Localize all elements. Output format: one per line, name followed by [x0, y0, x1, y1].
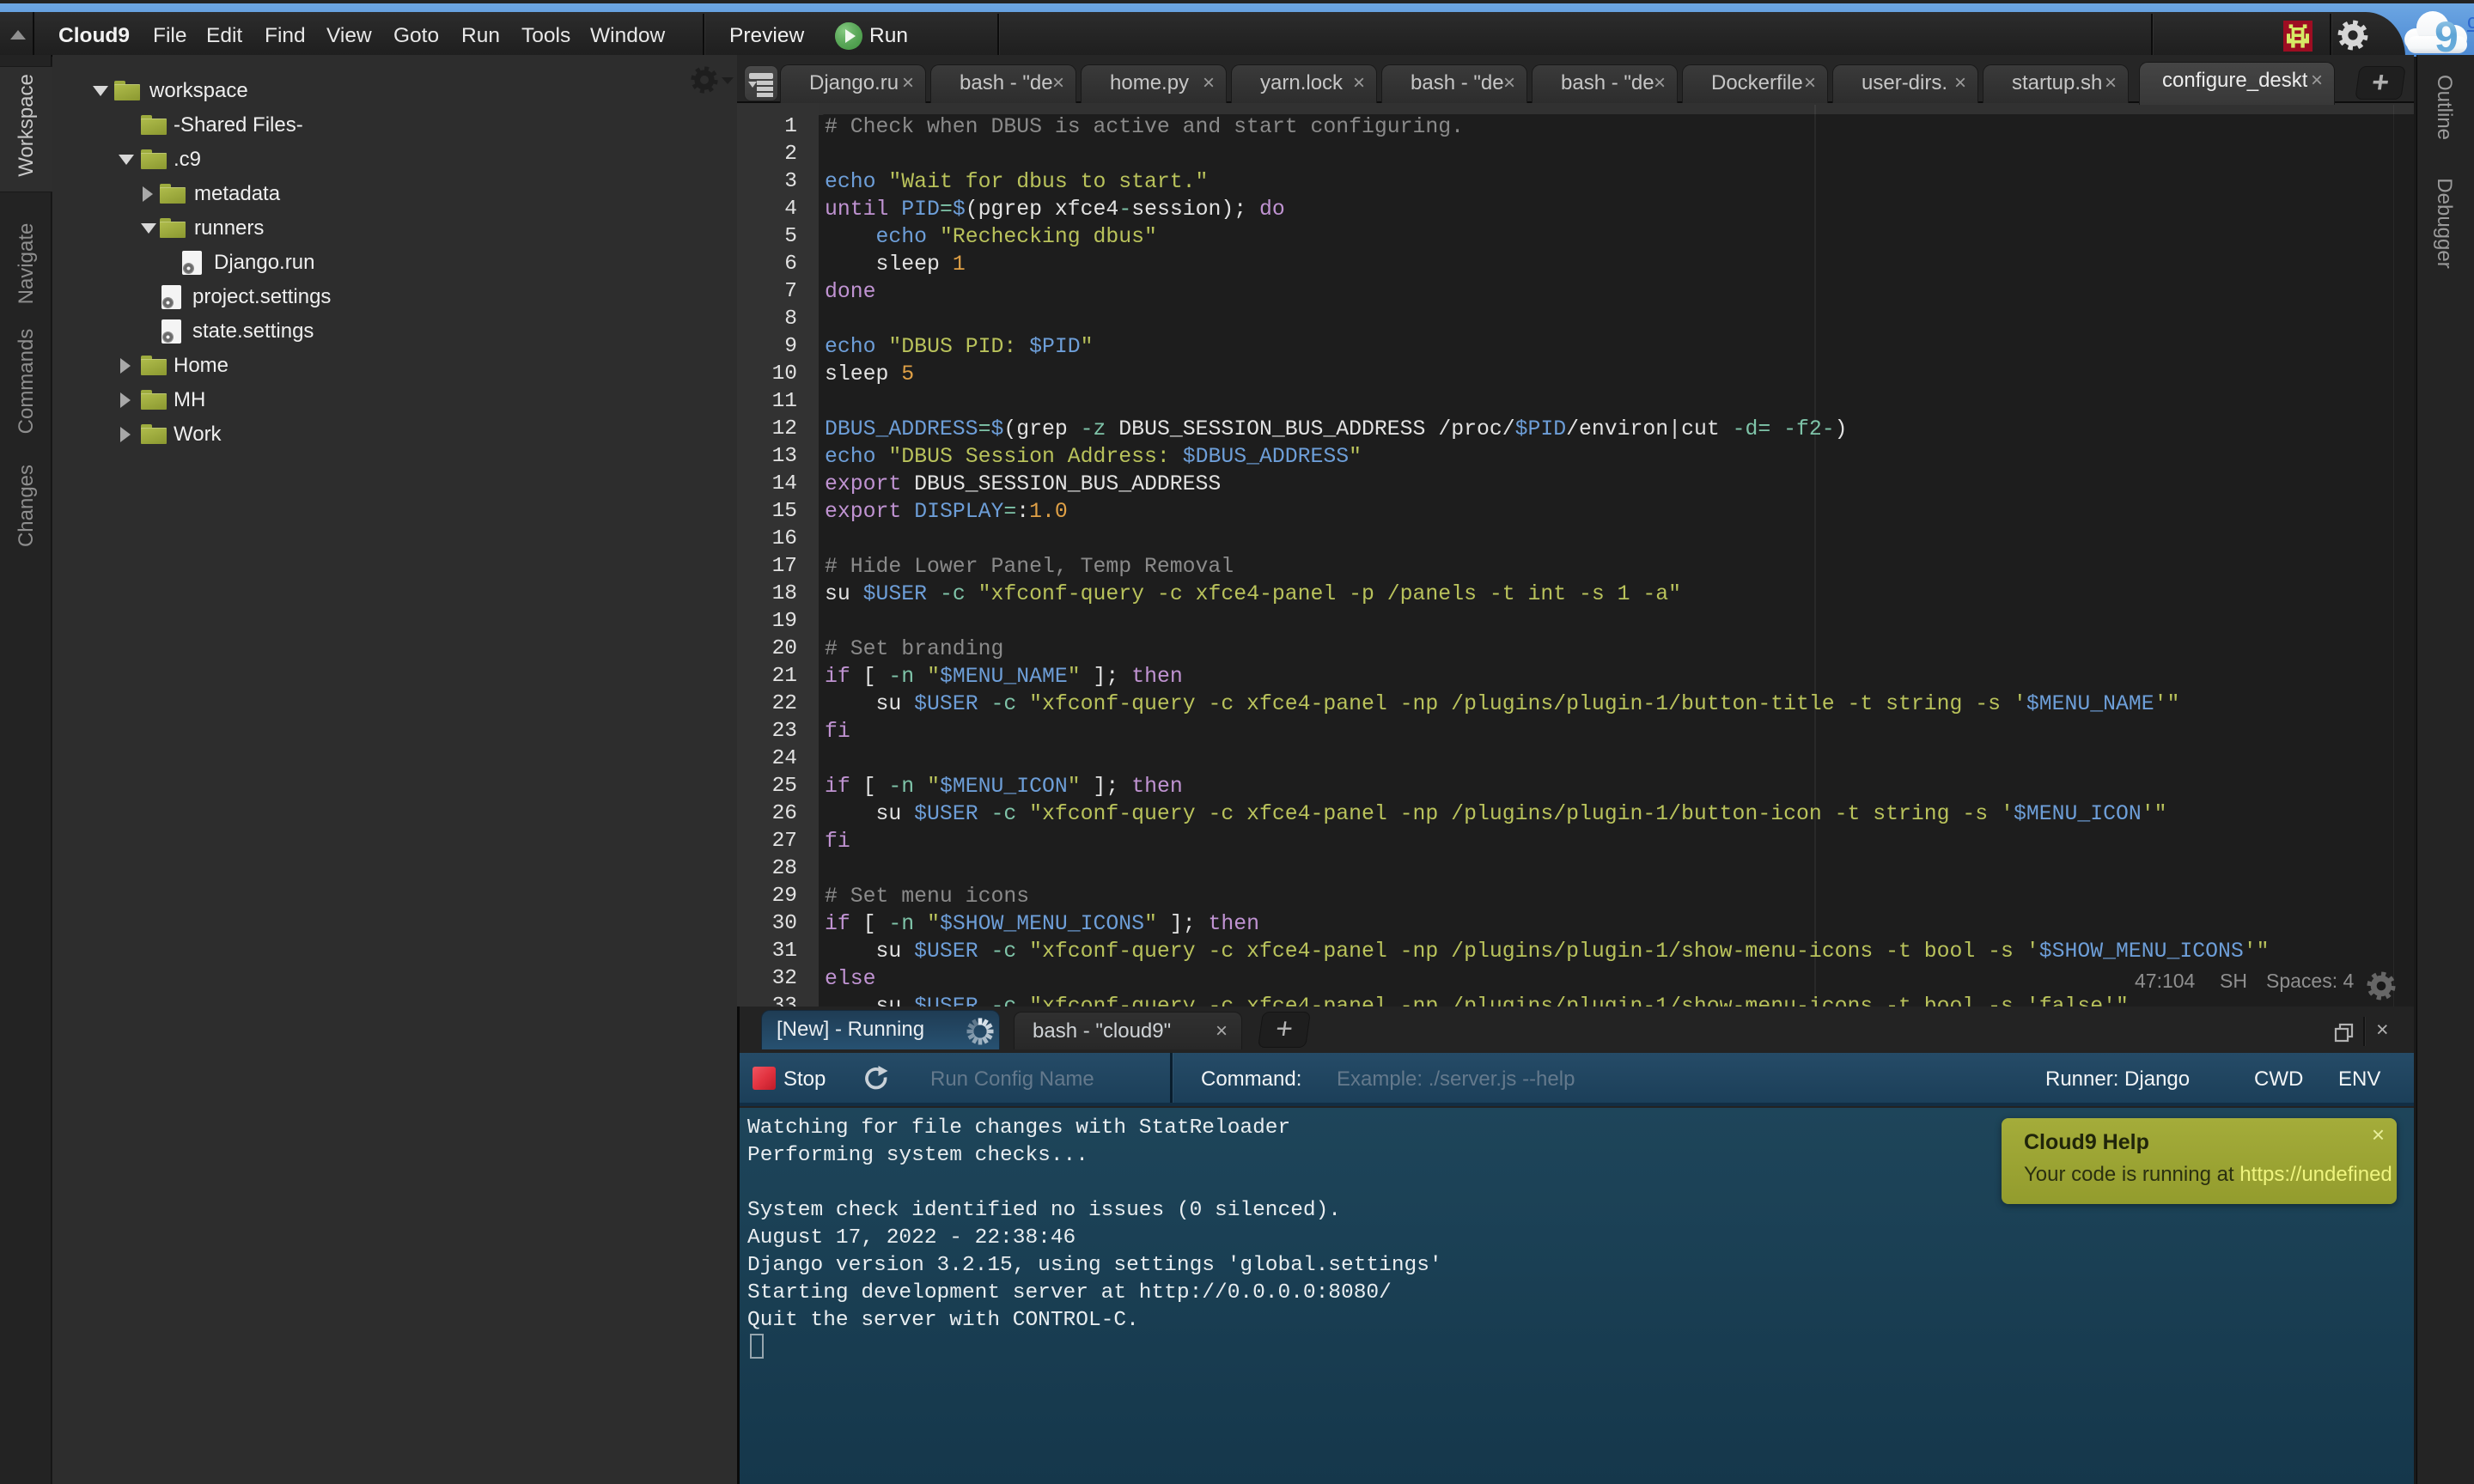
svg-text:9: 9: [2434, 13, 2459, 57]
